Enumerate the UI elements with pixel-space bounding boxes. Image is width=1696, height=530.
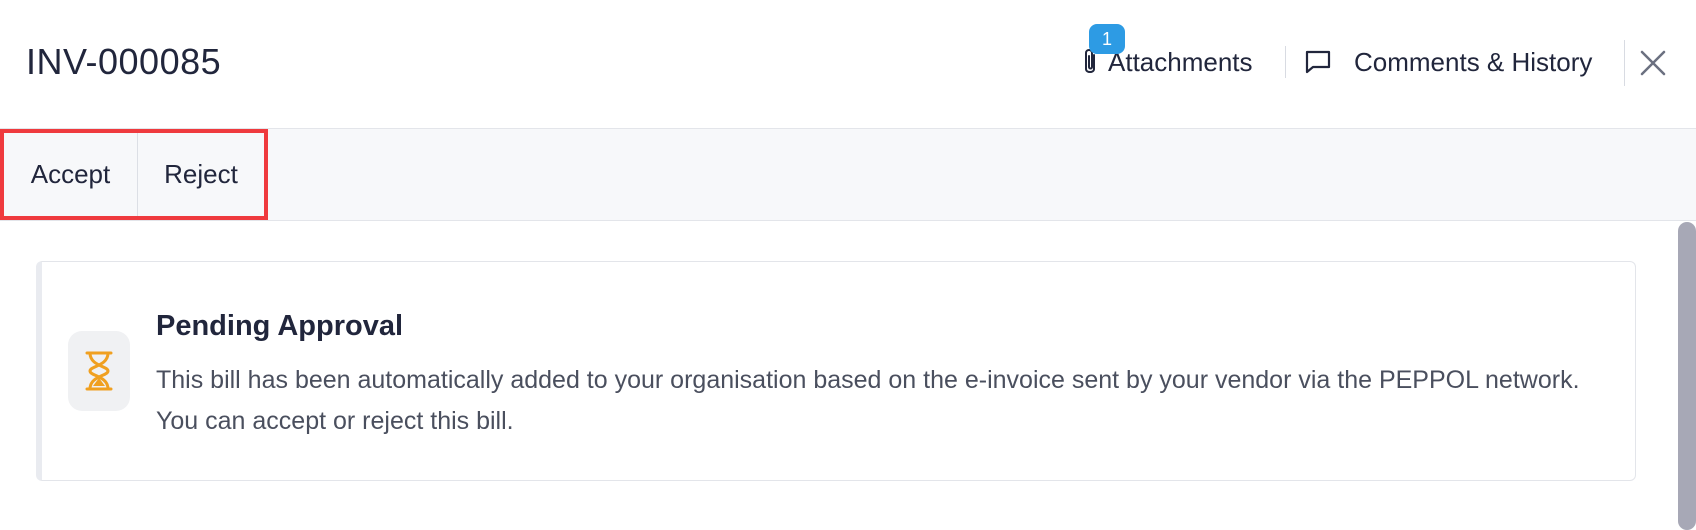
accept-reject-group: Accept Reject (0, 129, 268, 220)
accept-button[interactable]: Accept (4, 133, 138, 216)
close-icon[interactable] (1638, 48, 1668, 78)
reject-button[interactable]: Reject (138, 133, 264, 216)
status-icon-tile (68, 331, 130, 411)
header-divider (1624, 40, 1625, 86)
hourglass-icon (85, 351, 113, 391)
comments-history-label: Comments & History (1354, 46, 1593, 77)
comments-history-button[interactable]: Comments & History (1304, 40, 1592, 84)
page-title: INV-000085 (26, 41, 222, 82)
banner-title: Pending Approval (156, 310, 404, 342)
scrollbar-thumb[interactable] (1678, 222, 1696, 530)
attachments-label: Attachments (1108, 46, 1253, 77)
header-divider (1285, 46, 1286, 78)
attachments-count-badge: 1 (1089, 24, 1125, 54)
comment-bubble-icon (1305, 50, 1331, 74)
banner-message: This bill has been automatically added t… (156, 366, 1580, 435)
action-toolbar: Accept Reject (0, 129, 1696, 221)
scrollbar[interactable] (1675, 222, 1696, 530)
